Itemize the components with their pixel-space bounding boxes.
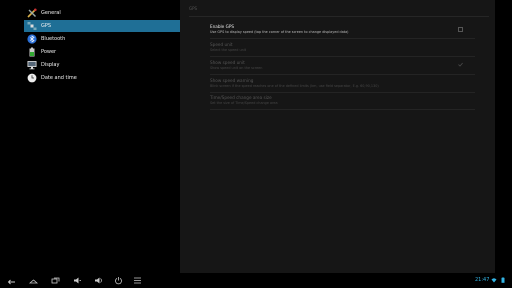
wifi-icon <box>491 277 497 283</box>
recent-apps-button[interactable] <box>50 276 61 285</box>
divider <box>210 74 475 75</box>
monitor-icon <box>27 60 37 70</box>
clock-icon <box>27 73 37 83</box>
divider <box>210 109 475 110</box>
recent-apps-icon <box>51 277 60 284</box>
bluetooth-icon <box>27 34 37 44</box>
tools-icon <box>27 8 37 18</box>
sidebar-item-date-time[interactable]: Date and time <box>24 72 180 84</box>
pref-summary: Use GPS to display speed (tap the corner… <box>210 30 349 34</box>
settings-sidebar: General GPS Bluetooth Power Display Date… <box>24 7 180 85</box>
back-button[interactable] <box>6 276 17 285</box>
volume-up-icon <box>95 277 102 284</box>
pref-summary: Set the size of Time/Speed change area <box>210 101 278 105</box>
sidebar-item-gps[interactable]: GPS <box>24 20 180 32</box>
volume-down-icon <box>74 277 81 284</box>
volume-up-button[interactable] <box>93 276 104 285</box>
menu-icon <box>134 277 141 284</box>
satellite-icon <box>27 21 37 31</box>
checkmark-icon <box>458 62 463 67</box>
panel-header: GPS <box>189 6 489 17</box>
divider <box>210 38 475 39</box>
pref-enable-gps[interactable]: Enable GPS Use GPS to display speed (tap… <box>210 24 470 35</box>
battery-icon <box>27 47 37 57</box>
enable-gps-checkbox[interactable] <box>458 27 463 32</box>
sidebar-item-label: Date and time <box>41 75 77 81</box>
volume-down-button[interactable] <box>72 276 83 285</box>
sidebar-item-bluetooth[interactable]: Bluetooth <box>24 33 180 45</box>
system-navigation-bar: 21:47 <box>0 273 512 288</box>
pref-summary: Select the speed unit <box>210 48 247 52</box>
sidebar-item-label: Bluetooth <box>41 36 66 42</box>
home-button[interactable] <box>28 276 39 285</box>
power-icon <box>115 277 122 285</box>
divider <box>210 92 475 93</box>
sidebar-item-label: Display <box>41 62 60 68</box>
sidebar-item-power[interactable]: Power <box>24 46 180 58</box>
pref-show-speed-warning[interactable]: Show speed warning Blink screen if the s… <box>210 78 470 89</box>
pref-change-area-size[interactable]: Time/Speed change area size Set the size… <box>210 95 470 106</box>
sidebar-item-general[interactable]: General <box>24 7 180 19</box>
menu-button[interactable] <box>132 276 143 285</box>
pref-show-speed-unit[interactable]: Show speed unit Show speed unit on the s… <box>210 60 470 71</box>
power-button[interactable] <box>113 276 124 285</box>
sidebar-item-display[interactable]: Display <box>24 59 180 71</box>
battery-status-icon <box>500 277 506 283</box>
back-arrow-icon <box>7 279 15 285</box>
divider <box>210 56 475 57</box>
home-icon <box>29 279 38 284</box>
show-speed-unit-checkbox[interactable] <box>458 62 463 67</box>
gps-settings-panel: GPS Enable GPS Use GPS to display speed … <box>180 0 495 273</box>
pref-summary: Blink screen if the speed reaches one of… <box>210 84 379 88</box>
sidebar-item-label: Power <box>41 49 57 55</box>
sidebar-item-label: General <box>41 10 61 16</box>
status-clock: 21:47 <box>475 277 490 283</box>
pref-summary: Show speed unit on the screen <box>210 66 263 70</box>
sidebar-item-label: GPS <box>41 23 52 29</box>
pref-speed-unit[interactable]: Speed unit Select the speed unit <box>210 42 470 53</box>
